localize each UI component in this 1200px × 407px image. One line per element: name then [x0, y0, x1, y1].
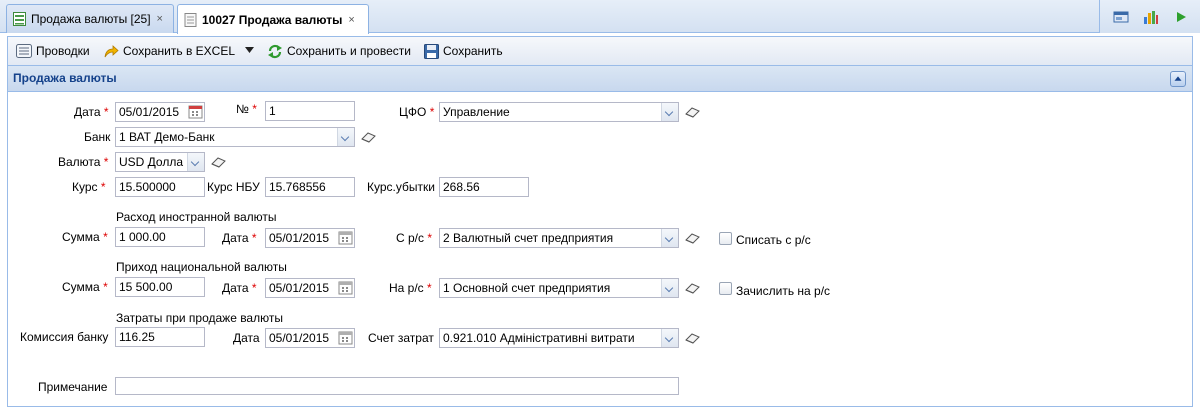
cost-account-select[interactable]: 0.921.010 Адміністративні витрати	[439, 328, 679, 348]
entries-button[interactable]: Проводки	[16, 43, 90, 59]
chevron-down-icon[interactable]	[245, 47, 254, 53]
eraser-icon[interactable]	[685, 282, 701, 294]
note-field[interactable]	[115, 377, 679, 395]
close-icon[interactable]: ×	[348, 14, 354, 26]
nbu-rate-field[interactable]: 15.768556	[265, 177, 355, 197]
writeoff-checkbox[interactable]	[719, 232, 732, 245]
credit-label: Зачислить на р/с	[736, 284, 831, 298]
save-and-post-label: Сохранить и провести	[287, 44, 411, 58]
chevron-down-icon[interactable]	[661, 103, 678, 121]
cost-account-value: 0.921.010 Адміністративні витрати	[443, 331, 635, 345]
grid-icon	[13, 12, 26, 26]
save-and-post-button[interactable]: Сохранить и провести	[267, 43, 411, 59]
chevron-down-icon[interactable]	[187, 153, 204, 171]
from-account-label: С р/с *	[396, 231, 433, 245]
nbu-rate-label: Курс НБУ	[207, 180, 260, 194]
income-sum-field[interactable]: 15 500.00	[115, 277, 205, 297]
chevron-down-icon[interactable]	[661, 329, 678, 347]
number-field[interactable]: 1	[265, 101, 355, 121]
eraser-icon[interactable]	[361, 131, 377, 143]
eraser-icon[interactable]	[685, 232, 701, 244]
date-label: Дата *	[74, 105, 109, 119]
tab-sale-list[interactable]: Продажа валюты [25] ×	[6, 4, 174, 33]
chevron-down-icon[interactable]	[337, 128, 354, 146]
save-excel-button[interactable]: Сохранить в EXCEL	[103, 43, 235, 59]
eraser-icon[interactable]	[685, 106, 701, 118]
to-account-label: На р/с *	[389, 281, 432, 295]
entries-label: Проводки	[36, 44, 90, 58]
floppy-icon	[424, 43, 439, 59]
panel-title: Продажа валюты	[13, 71, 117, 85]
export-arrow-icon	[104, 45, 119, 58]
writeoff-label: Списать с р/с	[736, 233, 811, 247]
rate-field[interactable]: 15.500000	[115, 177, 205, 197]
calendar-icon[interactable]	[187, 103, 204, 121]
income-sum-label: Сумма *	[62, 280, 108, 294]
from-account-select[interactable]: 2 Валютный счет предприятия	[439, 228, 679, 248]
rate-loss-label: Курс.убытки	[367, 180, 435, 194]
panel-header	[7, 65, 1193, 92]
expense-sum-field[interactable]: 1 000.00	[115, 227, 205, 247]
chevron-down-icon[interactable]	[661, 279, 678, 297]
calendar-icon[interactable]	[337, 229, 354, 247]
costs-date-label: Дата	[233, 331, 260, 345]
cfo-label: ЦФО *	[399, 105, 435, 119]
list-icon	[16, 44, 32, 58]
bank-value: 1 ВАТ Демо-Банк	[119, 130, 215, 144]
commission-label: Комиссия банку	[20, 330, 109, 344]
rate-loss-field[interactable]: 268.56	[439, 177, 529, 197]
document-icon	[184, 12, 197, 27]
cost-account-label: Счет затрат	[368, 331, 434, 345]
chart-icon[interactable]	[1143, 9, 1159, 25]
eraser-icon[interactable]	[685, 332, 701, 344]
expense-sum-label: Сумма *	[62, 230, 108, 244]
bank-label: Банк	[84, 130, 111, 144]
to-account-value: 1 Основной счет предприятия	[443, 281, 611, 295]
expense-date-label: Дата *	[222, 231, 257, 245]
number-label: № *	[236, 102, 257, 116]
currency-select[interactable]: USD Долла	[115, 152, 205, 172]
collapse-icon[interactable]	[1170, 71, 1186, 87]
play-icon[interactable]	[1173, 9, 1189, 25]
to-account-select[interactable]: 1 Основной счет предприятия	[439, 278, 679, 298]
income-section-title: Приход национальной валюты	[116, 260, 287, 274]
calendar-icon[interactable]	[337, 329, 354, 347]
save-excel-label: Сохранить в EXCEL	[123, 44, 236, 58]
save-button[interactable]: Сохранить	[424, 43, 503, 59]
save-label: Сохранить	[443, 44, 503, 58]
commission-field[interactable]: 116.25	[115, 327, 205, 347]
close-icon[interactable]: ×	[157, 13, 163, 25]
credit-checkbox[interactable]	[719, 282, 732, 295]
refresh-green-icon	[268, 44, 282, 58]
chevron-down-icon[interactable]	[661, 229, 678, 247]
cfo-select[interactable]: Управление	[439, 102, 679, 122]
window-icon[interactable]	[1113, 9, 1129, 25]
tab-label: Продажа валюты [25]	[31, 12, 151, 26]
tab-label: 10027 Продажа валюты	[202, 12, 343, 27]
tab-sale-document[interactable]: 10027 Продажа валюты ×	[177, 4, 369, 34]
rate-label: Курс *	[72, 180, 106, 194]
currency-value: USD Долла	[119, 155, 184, 169]
calendar-icon[interactable]	[337, 279, 354, 297]
currency-label: Валюта *	[58, 155, 109, 169]
from-account-value: 2 Валютный счет предприятия	[443, 231, 614, 245]
expense-section-title: Расход иностранной валюты	[116, 210, 277, 224]
costs-section-title: Затраты при продаже валюты	[116, 311, 283, 325]
cfo-value: Управление	[443, 105, 510, 119]
bank-select[interactable]: 1 ВАТ Демо-Банк	[115, 127, 355, 147]
income-date-label: Дата *	[222, 281, 257, 295]
note-label: Примечание	[38, 380, 108, 394]
eraser-icon[interactable]	[211, 156, 227, 168]
